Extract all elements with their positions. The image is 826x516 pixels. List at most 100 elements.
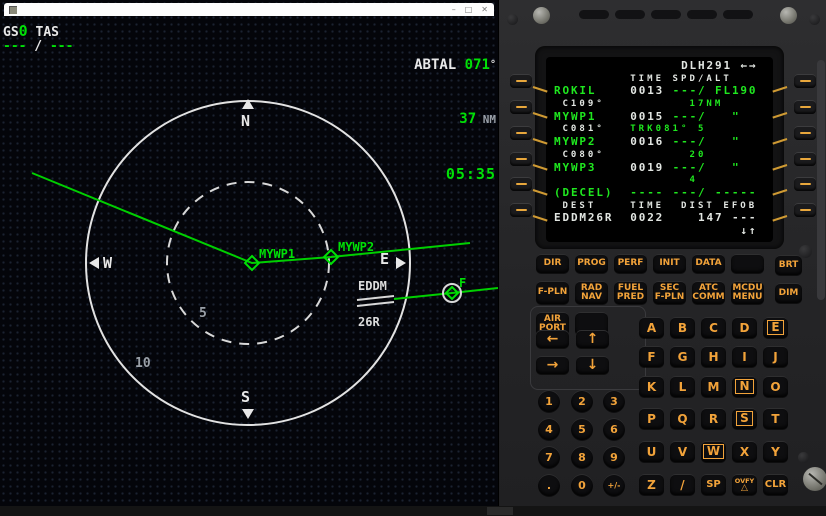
- key-8[interactable]: 8: [571, 446, 593, 468]
- lsk-l5[interactable]: [510, 177, 532, 191]
- key--[interactable]: .: [538, 474, 560, 496]
- key-0[interactable]: 0: [571, 474, 593, 496]
- key-d[interactable]: D: [732, 317, 757, 338]
- lsk-l2[interactable]: [510, 100, 532, 114]
- key-t[interactable]: T: [763, 408, 788, 429]
- ovfy-triangle-icon: △: [741, 482, 748, 493]
- key-dim[interactable]: DIM: [775, 283, 802, 303]
- key-data[interactable]: DATA: [692, 254, 725, 273]
- key-i[interactable]: I: [732, 346, 757, 367]
- window-titlebar[interactable]: – □ ✕: [4, 3, 494, 16]
- distance-unit: NM: [476, 113, 496, 126]
- key-h[interactable]: H: [701, 346, 726, 367]
- mcdu-screen-text: [605, 99, 690, 109]
- mcdu-screen-text: C081°: [554, 124, 605, 135]
- key-n[interactable]: N: [732, 376, 757, 397]
- lsk-r1[interactable]: [794, 74, 816, 88]
- knob-screw-icon[interactable]: [803, 467, 826, 491]
- next-waypoint-block: ABTAL 071° 37 NM 05:35: [414, 20, 496, 219]
- key-3[interactable]: 3: [603, 390, 625, 412]
- key-u[interactable]: U: [639, 441, 664, 462]
- key-b[interactable]: B: [670, 317, 695, 338]
- lsk-dash-icon: [799, 79, 811, 83]
- tas-label: TAS: [35, 25, 59, 40]
- key-1[interactable]: 1: [538, 390, 560, 412]
- key-rad-nav[interactable]: RAD NAV: [575, 281, 608, 304]
- key-perf[interactable]: PERF: [614, 254, 647, 273]
- key-o[interactable]: O: [763, 376, 788, 397]
- key-v[interactable]: V: [670, 441, 695, 462]
- key-slew-up[interactable]: ↑: [576, 330, 609, 348]
- key-sec-f-pln[interactable]: SEC F-PLN: [653, 281, 686, 304]
- lsk-r6[interactable]: [794, 203, 816, 217]
- key-slew-right[interactable]: →: [536, 356, 569, 374]
- key-x[interactable]: X: [732, 441, 757, 462]
- key-blank[interactable]: [731, 254, 764, 273]
- key-dir[interactable]: DIR: [536, 254, 569, 273]
- key-mcdu-menu[interactable]: MCDU MENU: [731, 281, 764, 304]
- key-z[interactable]: Z: [639, 474, 664, 495]
- key-atc-comm[interactable]: ATC COMM: [692, 281, 725, 304]
- key-f-pln[interactable]: F-PLN: [536, 281, 569, 304]
- boxed-letter: W: [702, 444, 725, 459]
- lsk-dash-icon: [515, 79, 527, 83]
- screw-icon: [809, 14, 820, 25]
- key-m[interactable]: M: [701, 376, 726, 397]
- key-7[interactable]: 7: [538, 446, 560, 468]
- lsk-r4[interactable]: [794, 152, 816, 166]
- key-a[interactable]: A: [639, 317, 664, 338]
- window-maximize-button[interactable]: □: [465, 5, 473, 14]
- key-2[interactable]: 2: [571, 390, 593, 412]
- lsk-l4[interactable]: [510, 152, 532, 166]
- key-w[interactable]: W: [701, 441, 726, 462]
- key-sp[interactable]: SP: [701, 474, 726, 495]
- lsk-l3[interactable]: [510, 126, 532, 140]
- mcdu-screen-text: [596, 135, 630, 148]
- mcdu-screen-text: 17NM: [689, 99, 724, 110]
- key-slew-left[interactable]: ←: [536, 330, 569, 348]
- key-brt[interactable]: BRT: [775, 255, 802, 275]
- lsk-l6[interactable]: [510, 203, 532, 217]
- window-minimize-button[interactable]: –: [452, 5, 456, 14]
- key-g[interactable]: G: [670, 346, 695, 367]
- lsk-l1[interactable]: [510, 74, 532, 88]
- key-ovfy[interactable]: OVFY △: [732, 474, 757, 495]
- key-j[interactable]: J: [763, 346, 788, 367]
- key-clr[interactable]: CLR: [763, 474, 788, 495]
- key-4[interactable]: 4: [538, 418, 560, 440]
- key-r[interactable]: R: [701, 408, 726, 429]
- lsk-r3[interactable]: [794, 126, 816, 140]
- key-p[interactable]: P: [639, 408, 664, 429]
- window-close-button[interactable]: ✕: [481, 5, 488, 14]
- key-q[interactable]: Q: [670, 408, 695, 429]
- key-c[interactable]: C: [701, 317, 726, 338]
- mcdu-screen-text: ": [731, 135, 741, 149]
- key-9[interactable]: 9: [603, 446, 625, 468]
- lsk-r2[interactable]: [794, 100, 816, 114]
- lsk-r5[interactable]: [794, 177, 816, 191]
- key-k[interactable]: K: [639, 376, 664, 397]
- key-y[interactable]: Y: [763, 441, 788, 462]
- key-prog[interactable]: PROG: [575, 254, 608, 273]
- key-l[interactable]: L: [670, 376, 695, 397]
- key-f[interactable]: F: [639, 346, 664, 367]
- mcdu-screen-text: [613, 211, 630, 224]
- key-e[interactable]: E: [763, 317, 788, 338]
- vent-slot-icon: [615, 10, 645, 19]
- mcdu-screen-text: MYWP2: [554, 135, 597, 149]
- key-s[interactable]: S: [732, 408, 757, 429]
- key-5[interactable]: 5: [571, 418, 593, 440]
- flight-sim-desktop: G S 0 TAS --- / --- ABTAL 071° 37 NM 05:35…: [0, 0, 826, 516]
- key-fuel-pred[interactable]: FUEL PRED: [614, 281, 647, 304]
- key--[interactable]: +/-: [603, 474, 625, 496]
- range-ring-inner: [166, 181, 330, 345]
- key-6[interactable]: 6: [603, 418, 625, 440]
- taskbar-item[interactable]: [487, 507, 513, 515]
- key-slew-down[interactable]: ↓: [576, 356, 609, 374]
- mcdu-screen-text: [596, 84, 630, 97]
- wind-readout: --- / ---: [3, 39, 73, 54]
- mcdu-screen-text: DEST TIME DIST EFOB: [554, 200, 758, 211]
- key--[interactable]: /: [670, 474, 695, 495]
- west-tick-icon: [89, 257, 99, 269]
- key-init[interactable]: INIT: [653, 254, 686, 273]
